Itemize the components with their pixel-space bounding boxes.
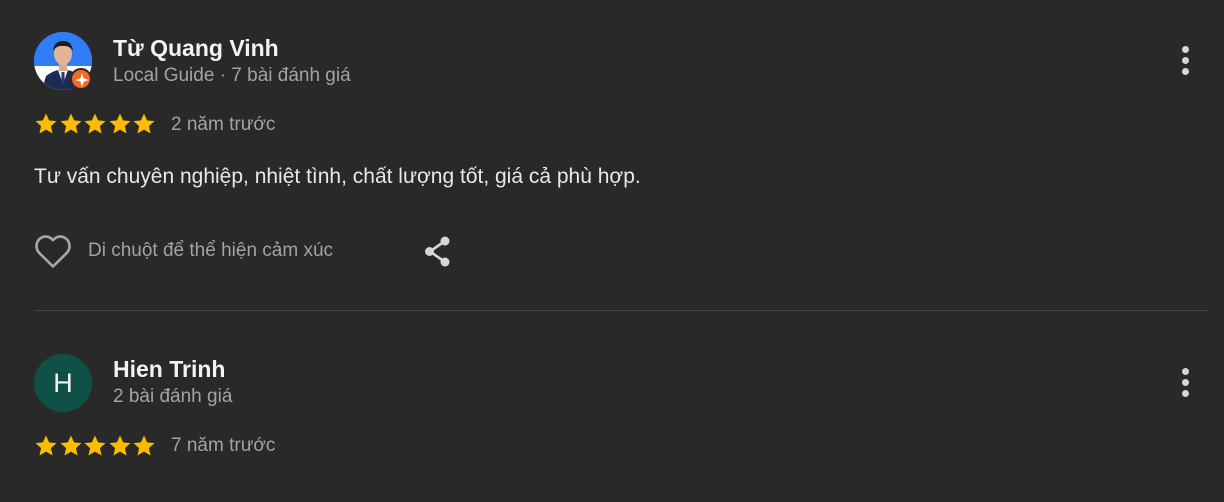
star-icon [109, 435, 130, 456]
local-guide-badge-icon [70, 68, 92, 90]
reviewer-name[interactable]: Hien Trinh [113, 356, 225, 383]
heart-icon [35, 235, 71, 268]
star-icon [133, 113, 155, 134]
star-icon [35, 435, 57, 456]
more-options-button[interactable] [1172, 45, 1200, 79]
reviews-list: Từ Quang Vinh Local Guide · 7 bài đánh g… [0, 0, 1224, 502]
more-vert-icon [1182, 368, 1189, 375]
star-rating [34, 112, 157, 136]
review-card: H Hien Trinh 2 bài đánh giá 7 năm trước [0, 311, 1224, 502]
more-options-button[interactable] [1172, 367, 1200, 401]
review-time: 2 năm trước [171, 114, 276, 135]
reviewer-meta: 2 bài đánh giá [113, 386, 233, 407]
react-label: Di chuột để thể hiện cảm xúc [88, 240, 334, 261]
star-icon [133, 435, 155, 456]
reviewer-avatar[interactable]: H [34, 354, 92, 412]
star-icon [60, 435, 81, 456]
star-icon [109, 113, 130, 134]
reviewer-name[interactable]: Từ Quang Vinh [113, 35, 279, 62]
star-icon [84, 113, 106, 134]
review-card: Từ Quang Vinh Local Guide · 7 bài đánh g… [0, 0, 1224, 310]
reviewer-avatar[interactable] [34, 32, 92, 90]
star-icon [35, 113, 57, 134]
star-rating [34, 434, 157, 458]
review-text: Tư vấn chuyên nghiệp, nhiệt tình, chất l… [34, 165, 641, 188]
reviewer-meta: Local Guide · 7 bài đánh giá [113, 65, 351, 86]
star-icon [60, 113, 81, 134]
share-icon [425, 236, 450, 267]
share-button[interactable] [421, 235, 455, 269]
review-time: 7 năm trước [171, 435, 276, 456]
star-icon [84, 435, 106, 456]
more-vert-icon [1182, 46, 1189, 53]
